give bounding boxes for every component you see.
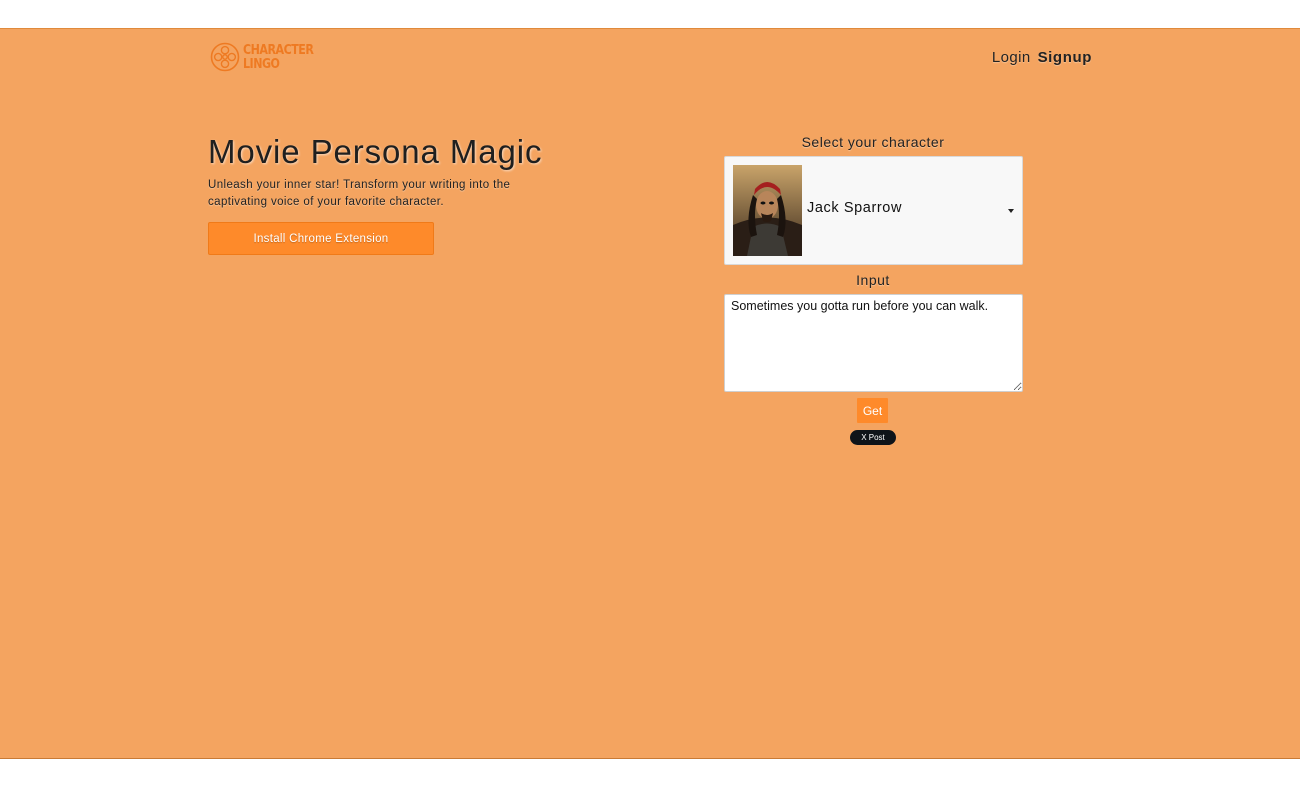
character-portrait <box>733 165 802 256</box>
signup-link[interactable]: Signup <box>1038 49 1092 66</box>
character-select[interactable]: Jack Sparrow <box>724 156 1023 265</box>
page-body: CHARACTER LINGO Login Signup Movie Perso… <box>0 28 1300 759</box>
install-chrome-extension-button[interactable]: Install Chrome Extension <box>208 222 434 255</box>
logo-text: CHARACTER LINGO <box>243 42 314 72</box>
x-post-button[interactable]: X Post <box>850 430 896 445</box>
logo-line-1: CHARACTER <box>243 42 314 58</box>
top-nav: Login Signup <box>992 49 1092 66</box>
logo-line-2: LINGO <box>243 56 280 72</box>
film-reel-icon <box>210 42 240 72</box>
selected-character-name: Jack Sparrow <box>807 200 903 216</box>
hero-subtitle: Unleash your inner star! Transform your … <box>208 179 511 208</box>
get-button[interactable]: Get <box>857 398 888 423</box>
select-character-label: Select your character <box>801 134 945 150</box>
chevron-down-icon <box>1008 209 1014 213</box>
login-link[interactable]: Login <box>992 49 1031 66</box>
input-textarea[interactable]: Sometimes you gotta run before you can w… <box>724 294 1023 392</box>
input-label: Input <box>856 272 890 288</box>
page-title: Movie Persona Magic <box>208 133 543 170</box>
x-post-label: X Post <box>861 433 885 442</box>
site-logo[interactable]: CHARACTER LINGO <box>210 42 329 72</box>
pirate-portrait-icon <box>733 165 802 256</box>
